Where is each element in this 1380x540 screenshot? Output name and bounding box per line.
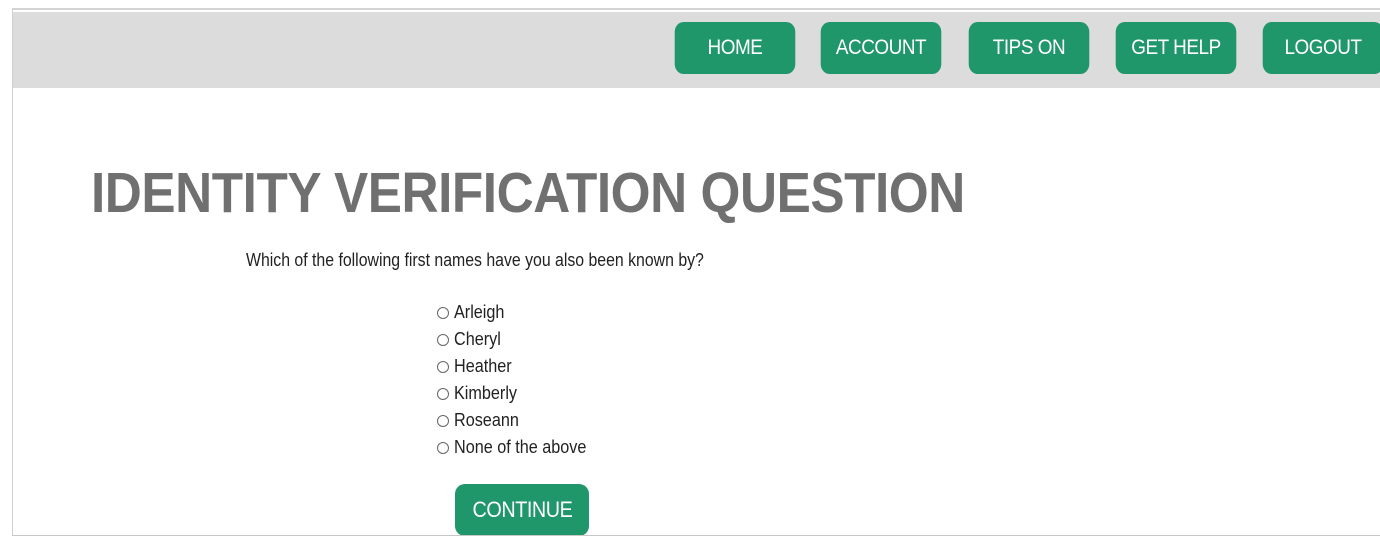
- answer-options: Arleigh Cheryl Heather Kimberly Roseann …: [437, 299, 601, 461]
- radio-button-icon[interactable]: [437, 306, 449, 319]
- option-label: Roseann: [454, 410, 519, 430]
- option-label: Kimberly: [454, 383, 518, 403]
- continue-button-label: CONTINUE: [472, 497, 572, 522]
- option-label: None of the above: [454, 437, 587, 457]
- nav-home-button[interactable]: HOME: [674, 22, 796, 74]
- option-arleigh[interactable]: Arleigh: [437, 299, 601, 326]
- option-none-of-the-above[interactable]: None of the above: [437, 434, 601, 461]
- nav-account-button[interactable]: ACCOUNT: [820, 22, 942, 74]
- page-title: IDENTITY VERIFICATION QUESTION: [91, 161, 965, 225]
- option-roseann[interactable]: Roseann: [437, 407, 601, 434]
- option-label: Heather: [454, 356, 512, 376]
- nav-tips-button[interactable]: TIPS ON: [968, 22, 1090, 74]
- question-text: Which of the following first names have …: [246, 250, 704, 270]
- top-nav-bar: HOME ACCOUNT TIPS ON GET HELP LOGOUT: [13, 12, 1380, 88]
- page-frame: HOME ACCOUNT TIPS ON GET HELP LOGOUT IDE…: [12, 8, 1380, 536]
- option-label: Cheryl: [454, 329, 501, 349]
- radio-button-icon[interactable]: [437, 441, 449, 454]
- option-cheryl[interactable]: Cheryl: [437, 326, 601, 353]
- nav-logout-button[interactable]: LOGOUT: [1262, 22, 1380, 74]
- nav-get-help-button[interactable]: GET HELP: [1115, 22, 1237, 74]
- radio-button-icon[interactable]: [437, 333, 449, 346]
- continue-button[interactable]: CONTINUE: [455, 484, 589, 535]
- radio-button-icon[interactable]: [437, 387, 449, 400]
- radio-button-icon[interactable]: [437, 360, 449, 373]
- radio-button-icon[interactable]: [437, 414, 449, 427]
- option-heather[interactable]: Heather: [437, 353, 601, 380]
- option-label: Arleigh: [454, 302, 505, 322]
- option-kimberly[interactable]: Kimberly: [437, 380, 601, 407]
